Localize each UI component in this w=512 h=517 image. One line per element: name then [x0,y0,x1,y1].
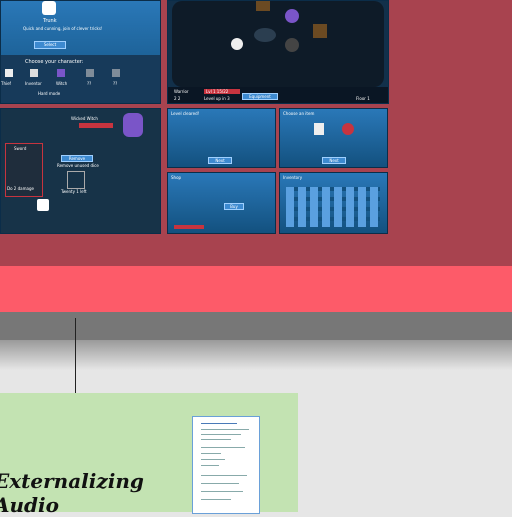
map-room-node[interactable] [313,24,327,38]
resource-counts: 2 2 [174,96,181,101]
doc-line [201,483,239,484]
screenshot-level-cleared[interactable]: Level cleared! Next [167,108,276,168]
map-room-node[interactable] [256,1,270,11]
tile-button[interactable]: Next [208,157,232,164]
hero-tagline: Quick and cunning, join of clever tricks… [23,26,103,31]
tile-heading: Inventory [283,175,303,180]
tile-button[interactable]: Next [322,157,346,164]
screenshot-choose-item[interactable]: Choose an item Next [279,108,388,168]
character-sprite[interactable] [86,69,94,77]
level-up-label: Level up in 3 [204,96,230,101]
character-label: Thief [1,81,11,86]
character-roster: Choose your character: Thief Inventor Wi… [1,55,160,103]
doc-line [201,423,237,424]
fade-band [0,340,512,370]
die-icon[interactable] [37,199,49,211]
connector-line [75,318,76,394]
status-bar: Warrior 2 2 Lvl 1 15/22 Level up in 3 Eq… [168,87,388,103]
character-label: ?? [113,81,118,86]
close-bar[interactable] [174,225,204,229]
character-label: Inventor [25,81,42,86]
map-room-node[interactable] [254,28,276,42]
combo-text: Twenty 1 left [61,189,87,194]
hard-mode-checkbox[interactable]: Hard mode [38,91,60,97]
doc-line [201,465,219,466]
map-room-node[interactable] [231,38,243,50]
item-icon[interactable] [314,123,324,135]
enemy-name: Wicked Witch [71,116,98,121]
doc-line [201,447,245,448]
character-sprite[interactable] [5,69,13,77]
screenshot-dungeon-map[interactable]: Warrior 2 2 Lvl 1 15/22 Level up in 3 Eq… [167,0,389,104]
choose-label: Choose your character: [25,59,84,65]
screenshot-combat[interactable]: Wicked Witch Sword Do 2 damage Remove Re… [0,108,161,234]
doc-line [201,459,225,460]
weapon-card-title: Sword [14,146,27,151]
enemy-sprite [123,113,143,137]
doc-line [201,429,249,430]
doc-line [201,475,247,476]
damage-text: Do 2 damage [7,186,34,191]
level-label: Lvl 1 15/22 [206,89,229,94]
screenshot-inventory[interactable]: Inventory [279,172,388,234]
character-sprite[interactable] [57,69,65,77]
character-sprite[interactable] [112,69,120,77]
remove-hint: Remove unused dice [57,163,99,168]
character-label: ?? [87,81,92,86]
doc-line [201,439,231,440]
doc-line [201,434,241,435]
hero-sprite [42,1,56,15]
tile-heading: Choose an item [283,111,315,116]
character-label: Witch [56,81,68,86]
equipment-button[interactable]: Equipment [242,93,278,100]
screenshot-shop[interactable]: Shop Buy [167,172,276,234]
map-area [172,1,384,87]
dice-slot[interactable] [67,171,85,189]
character-sprite[interactable] [30,69,38,77]
tile-heading: Shop [171,175,182,180]
tile-heading: Level cleared! [171,111,200,116]
enemy-hp-bar [79,123,113,128]
remove-button[interactable]: Remove [61,155,93,162]
doc-line [201,499,231,500]
hero-name: Trunk [43,18,57,24]
floor-label: Floor 1 [356,96,370,101]
screenshot-character-select[interactable]: Trunk Quick and cunning, join of clever … [0,0,161,104]
select-button[interactable]: Select [34,41,66,49]
map-room-node[interactable] [285,38,299,52]
inventory-grid [286,187,380,227]
tile-button[interactable]: Buy [224,203,244,210]
map-room-node[interactable] [285,9,299,23]
item-icon[interactable] [342,123,354,135]
doc-line [201,453,221,454]
hero-stat: Warrior [174,89,189,94]
document-thumbnail[interactable] [192,416,260,514]
weapon-card[interactable]: Sword Do 2 damage [5,143,43,197]
topic-title: Externalizing Audio [0,469,144,517]
accent-band [0,266,512,318]
doc-line [201,491,243,492]
